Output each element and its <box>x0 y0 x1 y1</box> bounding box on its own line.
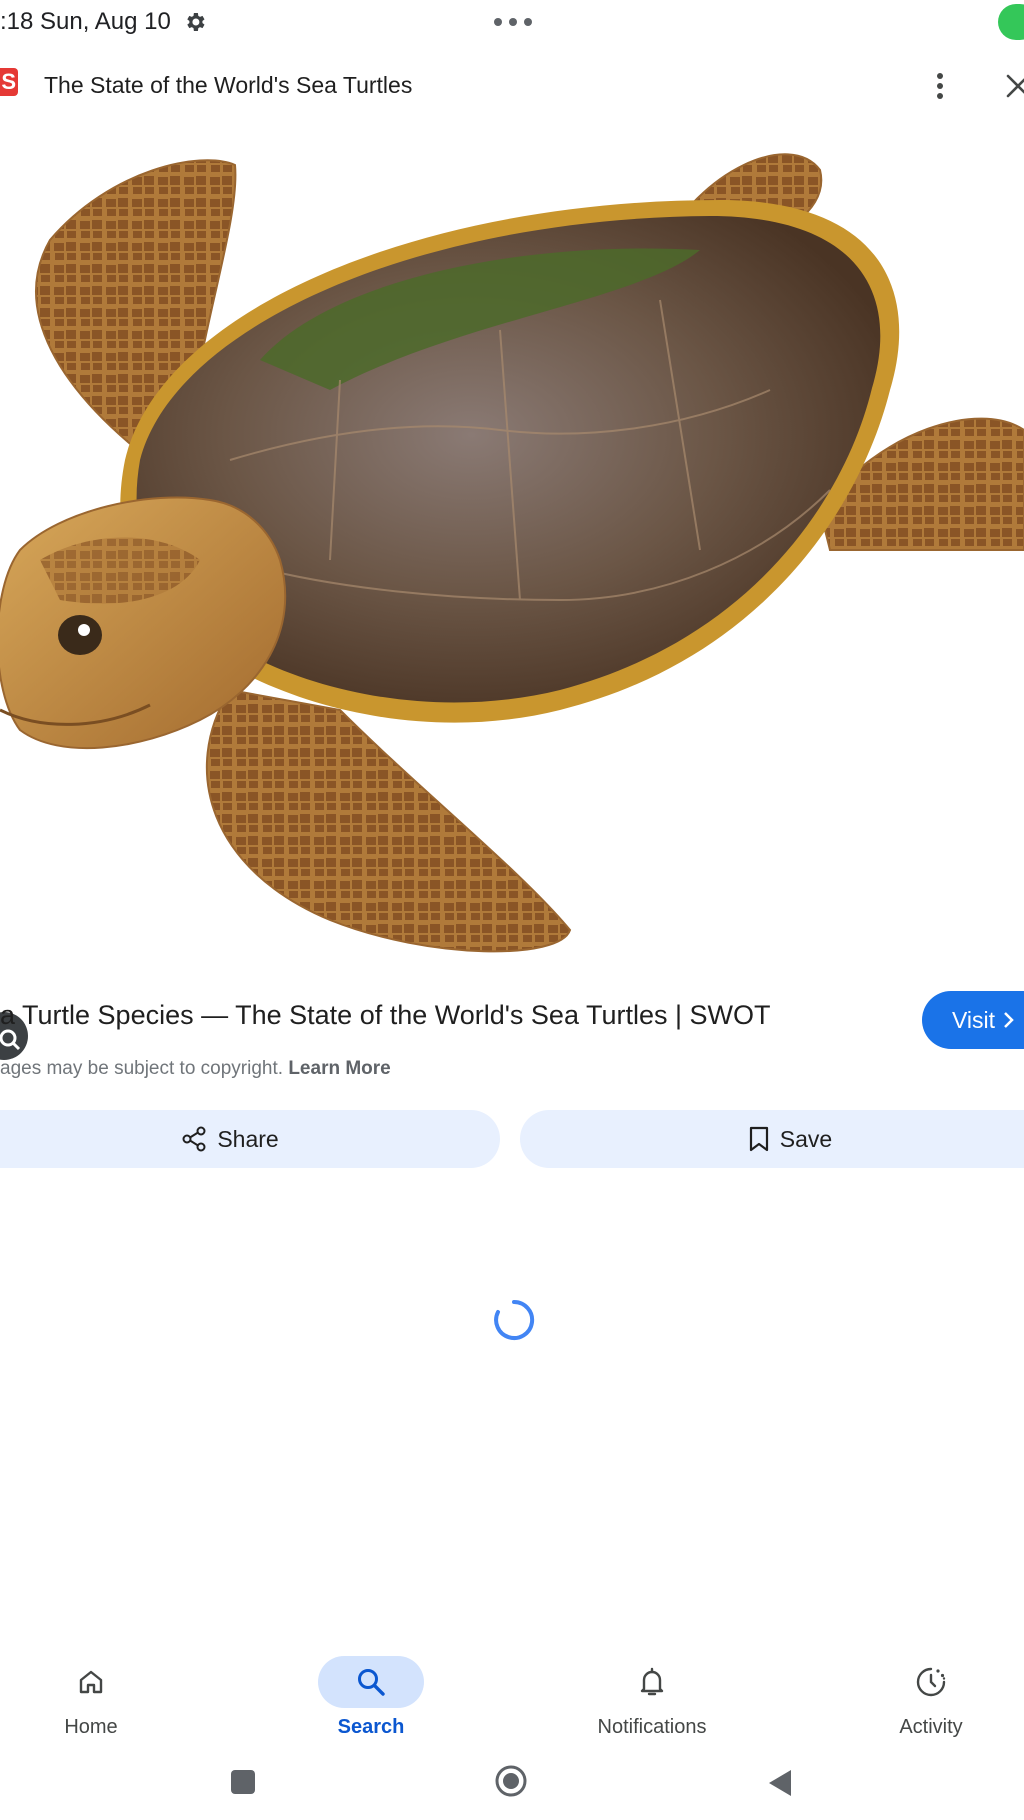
more-horizontal-icon[interactable] <box>494 18 532 26</box>
nav-label-activity: Activity <box>899 1716 963 1738</box>
more-vertical-icon[interactable] <box>928 70 952 102</box>
copyright-notice: ages may be subject to copyright. Learn … <box>0 1058 391 1080</box>
home-button-icon[interactable] <box>494 1764 528 1798</box>
loading-spinner-icon <box>494 1299 535 1340</box>
bell-icon <box>640 1667 664 1696</box>
sea-turtle-illustration <box>0 153 1024 953</box>
close-icon[interactable] <box>1004 72 1024 100</box>
share-icon <box>182 1126 206 1152</box>
learn-more-link[interactable]: Learn More <box>288 1058 390 1079</box>
search-icon <box>358 1669 385 1696</box>
status-indicator <box>998 4 1024 40</box>
nav-item-notifications[interactable]: Notifications <box>572 1656 732 1756</box>
bottom-navigation: Home Search Notifications Activity <box>0 1646 1024 1756</box>
gear-icon[interactable] <box>183 10 207 34</box>
save-label: Save <box>779 1125 833 1152</box>
result-heading[interactable]: a Turtle Species — The State of the Worl… <box>0 1000 771 1031</box>
page-title: The State of the World's Sea Turtles <box>44 72 413 98</box>
home-icon <box>79 1670 103 1694</box>
status-time-date: :18 Sun, Aug 10 <box>0 8 171 35</box>
visit-button[interactable]: Visit <box>922 991 1024 1049</box>
recent-apps-icon[interactable] <box>231 1770 255 1794</box>
nav-label-notifications: Notifications <box>597 1716 707 1738</box>
title-bar: S The State of the World's Sea Turtles <box>0 58 1024 114</box>
share-button[interactable]: Share <box>0 1110 500 1168</box>
nav-item-activity[interactable]: Activity <box>851 1656 1011 1756</box>
back-icon[interactable] <box>766 1768 794 1798</box>
share-label: Share <box>217 1125 279 1152</box>
nav-item-search[interactable]: Search <box>291 1656 451 1756</box>
save-button[interactable]: Save <box>520 1110 1024 1168</box>
nav-item-home[interactable]: Home <box>11 1656 171 1756</box>
site-favicon: S <box>0 68 18 96</box>
nav-label-home: Home <box>64 1716 118 1738</box>
copyright-text: ages may be subject to copyright. <box>0 1058 284 1079</box>
system-navigation-bar <box>0 1756 1024 1820</box>
status-bar: :18 Sun, Aug 10 <box>0 0 1024 46</box>
visit-label: Visit <box>952 1006 996 1033</box>
nav-label-search: Search <box>337 1716 405 1738</box>
result-image[interactable] <box>0 130 1024 1060</box>
bookmark-icon <box>749 1126 768 1152</box>
activity-icon <box>916 1667 946 1697</box>
chevron-right-icon <box>1004 1012 1014 1028</box>
